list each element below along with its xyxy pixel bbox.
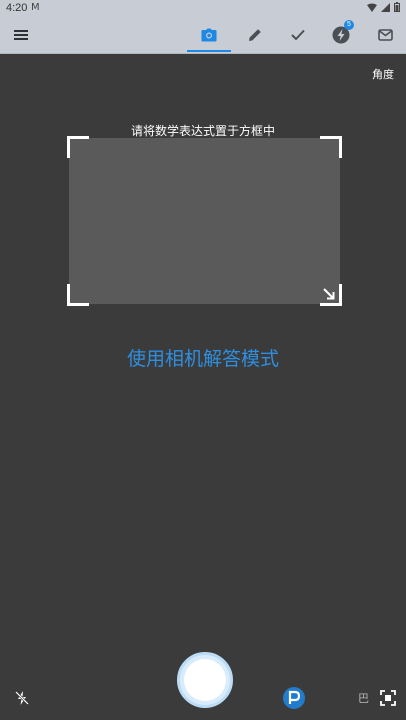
status-bar: 4:20 M (0, 0, 406, 16)
crop-corner-top-left[interactable] (67, 136, 89, 158)
active-tab-indicator (187, 50, 231, 52)
resize-arrow-icon[interactable] (321, 286, 337, 302)
mode-title: 使用相机解答模式 (126, 348, 279, 370)
signal-icon (381, 2, 390, 12)
tab-camera[interactable] (187, 16, 231, 54)
menu-button[interactable] (6, 16, 36, 54)
status-icons (367, 2, 400, 12)
crop-corner-bottom-left[interactable] (67, 284, 89, 306)
pencil-icon (249, 29, 261, 41)
scan-icon[interactable] (380, 690, 396, 706)
wifi-icon (367, 3, 377, 12)
crop-frame[interactable] (69, 138, 340, 304)
instruction-text: 请将数学表达式置于方框中 (130, 124, 275, 138)
angle-button[interactable]: 角度 (372, 66, 394, 82)
tab-check[interactable] (283, 16, 313, 54)
battery-icon (394, 2, 400, 12)
tab-mail[interactable] (370, 16, 400, 54)
mail-icon (377, 29, 393, 41)
notification-icon: M (31, 2, 40, 13)
crop-corner-top-right[interactable] (320, 136, 342, 158)
watermark-logo-icon (283, 687, 305, 709)
check-icon (291, 29, 305, 41)
tab-draw[interactable] (240, 16, 270, 54)
notification-badge: 5 (344, 20, 354, 30)
camera-icon (201, 28, 217, 42)
shutter-button[interactable] (177, 652, 233, 708)
tab-boost[interactable]: 5 (326, 16, 356, 54)
menu-icon (14, 30, 28, 40)
flash-off-icon[interactable] (14, 690, 30, 706)
top-toolbar: 5 (0, 16, 406, 54)
watermark-text: 巴 (358, 692, 369, 705)
status-time: 4:20 (6, 2, 28, 14)
shutter-inner (184, 659, 226, 701)
